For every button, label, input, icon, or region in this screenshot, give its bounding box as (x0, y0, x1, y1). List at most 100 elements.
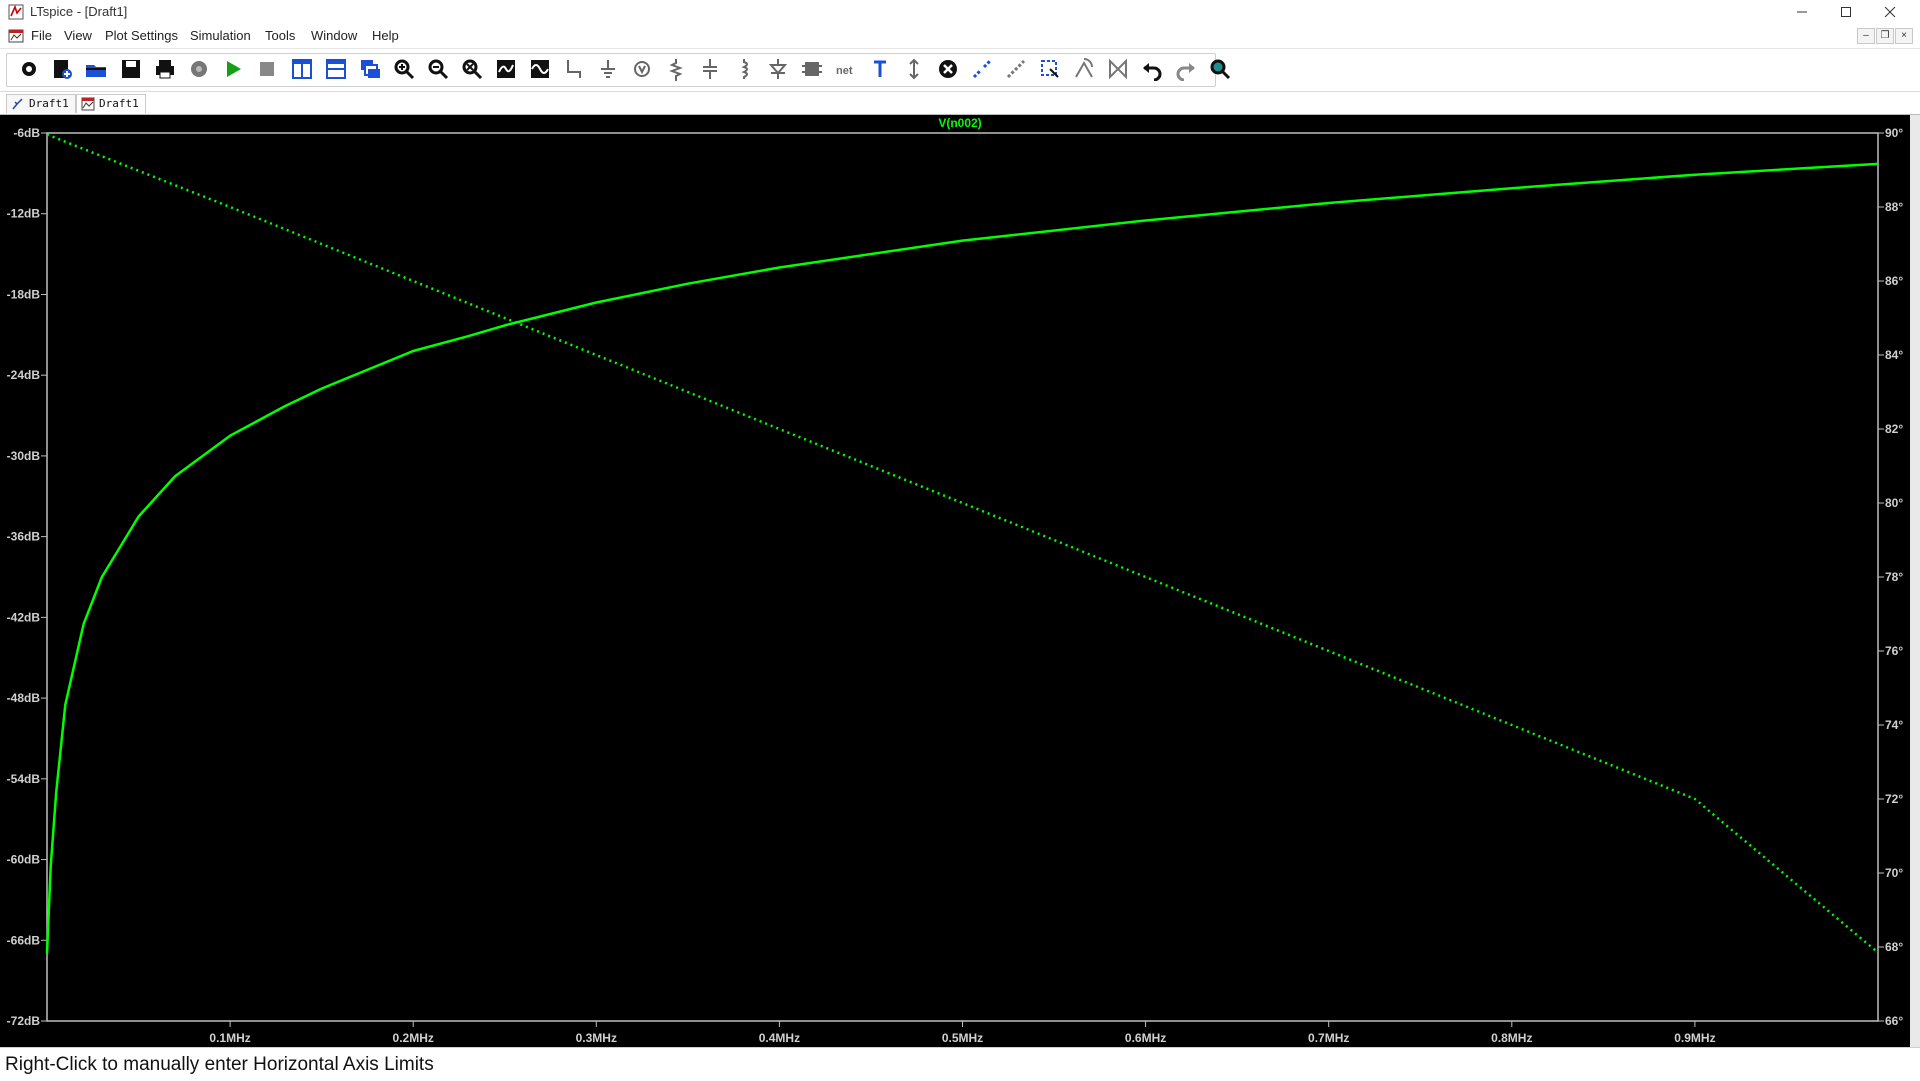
duplicate-button[interactable] (968, 55, 996, 83)
redo-button[interactable] (1172, 55, 1200, 83)
zoom-out-button[interactable] (424, 55, 452, 83)
right-axis-label: 74° (1885, 718, 1903, 732)
label-net-button[interactable] (628, 55, 656, 83)
zoom-in-button[interactable] (390, 55, 418, 83)
minimize-button[interactable] (1780, 0, 1824, 24)
menu-window[interactable]: Window (311, 28, 357, 43)
menu-view[interactable]: View (64, 28, 92, 43)
right-axis-label: 80° (1885, 496, 1903, 510)
halt-button[interactable] (253, 55, 281, 83)
trace-label-vn002[interactable]: V(n002) (938, 116, 981, 130)
drag-button[interactable] (1036, 55, 1064, 83)
left-axis-label: -36dB (7, 530, 41, 544)
zoom-fit-icon (462, 59, 483, 80)
tile-horizontal-icon (326, 59, 346, 79)
x-axis-label: 0.2MHz (393, 1031, 434, 1045)
tab-waveform-draft1[interactable]: Draft1 (76, 94, 146, 113)
left-axis-label: -18dB (7, 287, 41, 301)
waveform-viewer-icon (81, 97, 95, 111)
mirror-icon (1109, 58, 1127, 80)
zoom-fit-button[interactable] (458, 55, 486, 83)
right-axis-label: 88° (1885, 200, 1903, 214)
left-axis-label: -12dB (7, 207, 41, 221)
spice-directive-button[interactable] (900, 55, 928, 83)
menu-tools[interactable]: Tools (265, 28, 295, 43)
diode-icon (768, 59, 788, 79)
tab-label: Draft1 (99, 97, 139, 110)
new-schematic-button[interactable] (48, 55, 76, 83)
schematic-icon (12, 98, 23, 110)
undo-button[interactable] (1138, 55, 1166, 83)
left-axis-label: -42dB (7, 610, 41, 624)
x-axis-label: 0.6MHz (1125, 1031, 1166, 1045)
net-name-button[interactable]: net (832, 55, 860, 83)
waveform-document-icon[interactable] (8, 28, 24, 44)
left-axis-label: -24dB (7, 368, 41, 382)
ground-button[interactable] (594, 55, 622, 83)
wire-button[interactable] (560, 55, 588, 83)
text-button[interactable] (866, 55, 894, 83)
autorange-icon (497, 60, 515, 78)
close-window-button[interactable] (1868, 0, 1912, 24)
autorange-button[interactable] (492, 55, 520, 83)
rotate-button[interactable] (1070, 55, 1098, 83)
net-name-icon: net (836, 65, 853, 77)
x-axis-label: 0.1MHz (209, 1031, 250, 1045)
inductor-button[interactable] (730, 55, 758, 83)
x-axis-label: 0.4MHz (759, 1031, 800, 1045)
mirror-button[interactable] (1104, 55, 1132, 83)
label-net-icon (634, 61, 650, 77)
menu-plot-settings[interactable]: Plot Settings (105, 28, 178, 43)
drag-icon (1041, 60, 1059, 78)
component-button[interactable] (798, 55, 826, 83)
menu-help[interactable]: Help (372, 28, 399, 43)
right-axis-label: 90° (1885, 126, 1903, 140)
delete-button[interactable] (934, 55, 962, 83)
left-axis-label: -54dB (7, 772, 41, 786)
run-button[interactable] (219, 55, 247, 83)
diode-button[interactable] (764, 55, 792, 83)
waveform-plot-area[interactable]: V(n002) -6dB -12dB -18dB -24dB -30dB -36dB -42… (0, 115, 1910, 1047)
waveform-chart[interactable]: V(n002) -6dB -12dB -18dB -24dB -30dB -36dB -42… (0, 115, 1910, 1047)
zoom-out-icon (428, 59, 449, 80)
maximize-button[interactable] (1824, 0, 1868, 24)
control-panel-button[interactable] (185, 55, 213, 83)
plot-frame (46, 132, 1879, 1022)
tab-label: Draft1 (29, 97, 69, 110)
find-button[interactable] (1206, 55, 1234, 83)
resistor-button[interactable] (662, 55, 690, 83)
menu-bar: File View Plot Settings Simulation Tools… (0, 24, 1920, 49)
menu-simulation[interactable]: Simulation (190, 28, 251, 43)
open-folder-button[interactable] (82, 55, 110, 83)
left-axis-label: -66dB (7, 933, 41, 947)
settings-gear-button[interactable] (15, 55, 43, 83)
cascade-button[interactable] (356, 55, 384, 83)
tab-bar: Draft1 Draft1 (0, 92, 1920, 115)
capacitor-button[interactable] (696, 55, 724, 83)
left-axis-zone[interactable] (0, 115, 45, 1047)
spice-directive-icon (909, 58, 919, 80)
menu-file[interactable]: File (31, 28, 52, 43)
mdi-close-button[interactable]: × (1895, 28, 1913, 44)
tile-horizontal-button[interactable] (322, 55, 350, 83)
right-axis-label: 70° (1885, 866, 1903, 880)
phase-trace[interactable] (46, 133, 1879, 954)
x-axis-label: 0.7MHz (1308, 1031, 1349, 1045)
waveform-icon (531, 60, 549, 78)
mdi-restore-button[interactable]: ❐ (1876, 28, 1894, 44)
tab-schematic-draft1[interactable]: Draft1 (6, 94, 76, 113)
waveform-button[interactable] (526, 55, 554, 83)
redo-icon (1176, 63, 1195, 81)
component-icon (802, 62, 822, 76)
move-icon (1006, 59, 1026, 79)
save-button[interactable] (117, 55, 145, 83)
tile-vertical-button[interactable] (288, 55, 316, 83)
halt-icon (260, 62, 274, 76)
magnitude-trace[interactable] (45, 162, 1879, 954)
mdi-minimize-button[interactable]: – (1857, 28, 1875, 44)
right-axis-label: 78° (1885, 570, 1903, 584)
toolbar: net (0, 49, 1920, 92)
move-button[interactable] (1002, 55, 1030, 83)
print-button[interactable] (151, 55, 179, 83)
zoom-in-icon (394, 59, 415, 80)
